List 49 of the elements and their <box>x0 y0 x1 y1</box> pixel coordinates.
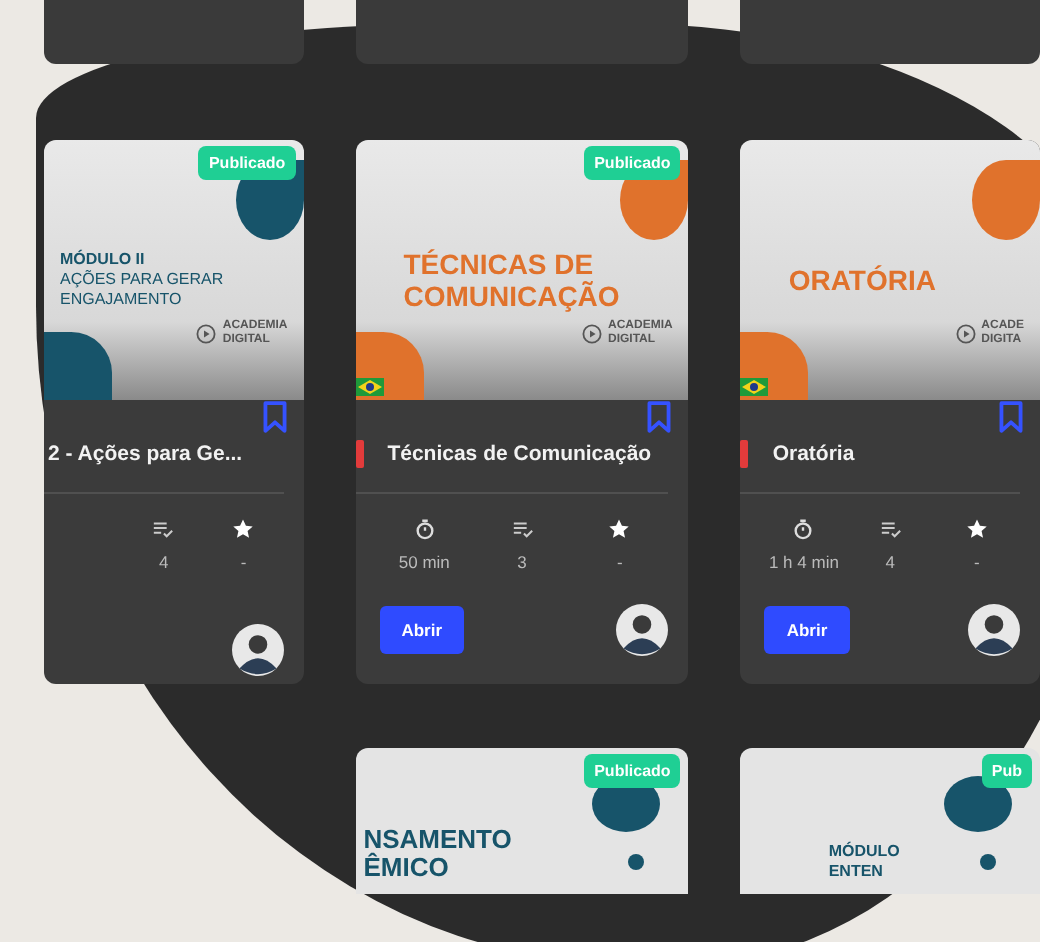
cover-title: AÇÕES PARA GERAR <box>60 270 226 290</box>
decorative-dot <box>980 854 996 870</box>
published-badge: Publicado <box>198 146 296 180</box>
open-button[interactable]: Abrir <box>379 606 465 654</box>
avatar-icon <box>968 604 1020 656</box>
decorative-blob <box>44 332 112 400</box>
star-icon <box>965 518 988 540</box>
checklist-icon <box>152 518 175 540</box>
stat-value: - <box>973 552 980 572</box>
bookmark-icon[interactable] <box>998 400 1024 434</box>
cover-title: ENGAJAMENTO <box>60 290 184 310</box>
cover-title: ENTEN <box>826 862 885 882</box>
avatar-icon <box>616 604 669 656</box>
stopwatch-icon <box>792 518 815 540</box>
stat-value: - <box>240 552 247 572</box>
published-badge: Publicado <box>584 146 681 180</box>
star-icon <box>608 518 631 540</box>
published-badge: Publicado <box>584 754 681 788</box>
play-icon <box>196 324 217 344</box>
cover-title: ORATÓRIA <box>786 264 938 296</box>
cover-title: MÓDULO <box>826 842 900 862</box>
published-badge: Pub <box>981 754 1032 788</box>
star-icon <box>232 518 255 540</box>
decorative-blob <box>972 160 1040 240</box>
checklist-icon <box>879 518 902 540</box>
stat-value: 1 h 4 min <box>768 552 839 572</box>
course-title: Técnicas de Comunicação <box>387 442 652 466</box>
course-title: 2 - Ações para Ge... <box>48 442 243 466</box>
open-button[interactable]: Abrir <box>764 606 850 654</box>
bookmark-icon[interactable] <box>646 400 673 434</box>
stat-value: 4 <box>159 552 169 572</box>
decorative-blob <box>944 776 1012 832</box>
cover-title: TÉCNICAS DE <box>401 248 596 280</box>
stopwatch-icon <box>413 518 436 540</box>
decorative-dot <box>628 854 645 870</box>
stat-value: - <box>616 552 623 572</box>
cover-title: ÊMICO <box>363 854 451 882</box>
cover-title: MÓDULO II <box>60 250 147 270</box>
checklist-icon <box>511 518 534 540</box>
stat-value: 50 min <box>398 552 450 572</box>
play-icon <box>581 324 602 344</box>
cover-title: COMUNICAÇÃO <box>401 280 622 312</box>
cover-title: NSAMENTO <box>363 826 512 854</box>
bookmark-icon[interactable] <box>261 400 288 434</box>
stat-value: 4 <box>885 552 896 572</box>
stat-value: 3 <box>517 552 527 572</box>
course-title: Oratória <box>772 442 855 466</box>
avatar-icon <box>231 624 284 676</box>
play-icon <box>955 324 976 344</box>
